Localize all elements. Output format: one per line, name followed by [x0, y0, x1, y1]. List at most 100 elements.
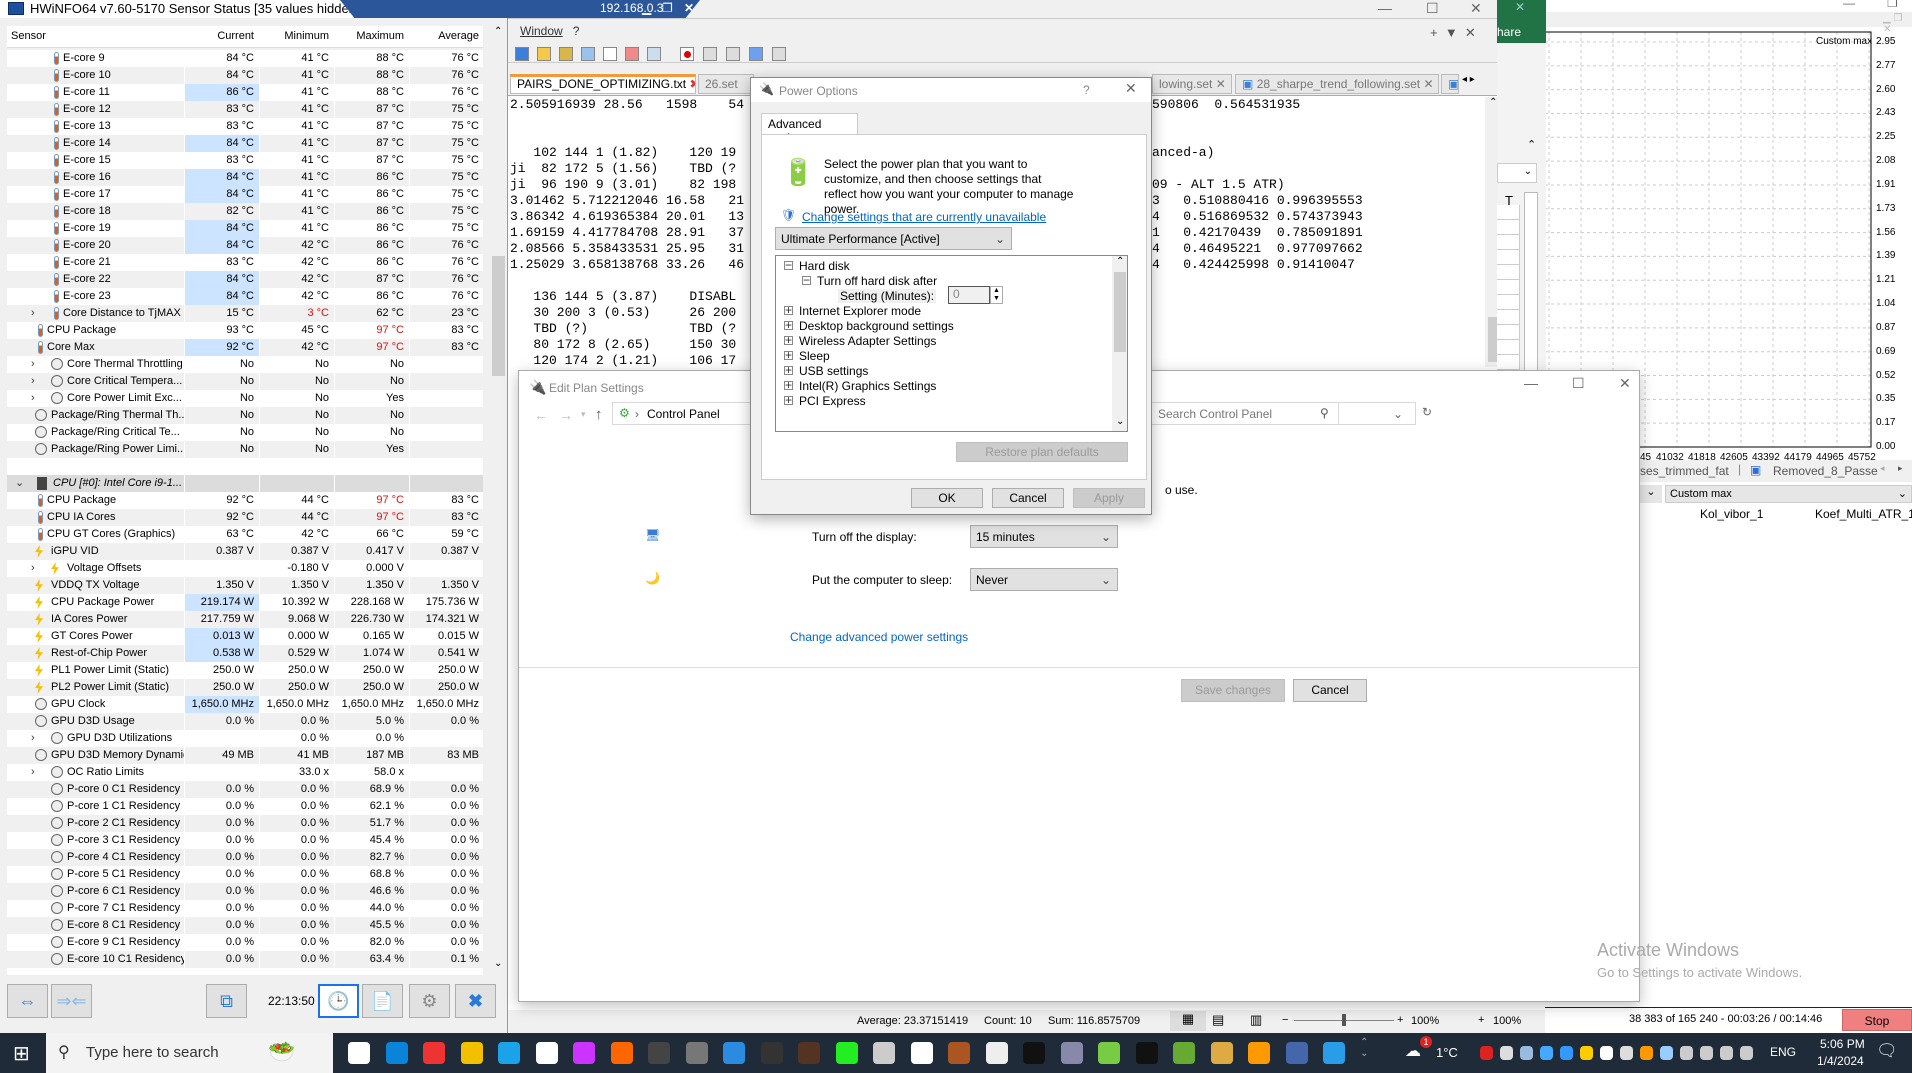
restore-icon[interactable]: ❐ — [1887, 0, 1898, 10]
col-minimum[interactable]: Minimum — [260, 30, 334, 42]
tab-close-icon[interactable]: ✕ — [1423, 77, 1433, 91]
sensor-row[interactable]: Rest-of-Chip Power 0.538 W 0.529 W 1.074 W0… — [7, 645, 483, 662]
tree-scrollbar[interactable]: ⌃ ⌄ — [1112, 256, 1127, 431]
sensor-row[interactable]: CPU GT Cores (Graphics) 63 °C 42 °C 66 °C 59… — [7, 526, 483, 543]
sensor-row[interactable]: GPU D3D Usage 0.0 % 0.0 % 5.0 % 0.0 % — [7, 713, 483, 730]
share-button[interactable]: hare — [1497, 25, 1521, 39]
tree-turn-off-hard-disk[interactable]: − Turn off hard disk after — [802, 274, 937, 288]
sensor-row[interactable]: P-core 3 C1 Residency 0.0 % 0.0 % 45.4 % 0.0… — [7, 832, 483, 849]
cancel-button[interactable]: Cancel — [1293, 679, 1367, 702]
taskbar-scroll-icon[interactable]: ⌃ ⌄ — [1360, 1037, 1368, 1059]
setting-minutes-input[interactable]: 0 — [948, 286, 990, 304]
taskbar-app-icon[interactable] — [798, 1042, 820, 1064]
sensor-row[interactable]: E-core 17 84 °C 41 °C 86 °C 75 °C — [7, 186, 483, 203]
forward-icon[interactable]: → — [559, 407, 573, 423]
settings-tree[interactable]: − Hard disk − Turn off hard disk after Set… — [775, 255, 1128, 432]
col-sensor[interactable]: Sensor — [11, 30, 46, 42]
sensor-scrollbar[interactable]: ⌃ ⌄ — [490, 26, 507, 976]
col-current[interactable]: Current — [185, 30, 259, 42]
tab-close-icon[interactable]: ✕ — [1216, 77, 1226, 91]
expand-columns-button[interactable]: ⇔ — [7, 984, 48, 1018]
scroll-up-icon[interactable]: ⌃ — [494, 26, 502, 37]
collapse-chevron-icon[interactable]: ⌄ — [15, 475, 24, 492]
taskbar-app-icon[interactable] — [835, 1042, 858, 1064]
sensor-row[interactable]: CPU IA Cores 92 °C 44 °C 97 °C 83 °C — [7, 509, 483, 526]
tree-item[interactable]: + Internet Explorer mode — [784, 304, 921, 318]
tab-scroll-arrows[interactable]: ◂ ▸ — [1462, 74, 1475, 85]
sensor-row[interactable]: E-core 22 84 °C 42 °C 87 °C 76 °C — [7, 271, 483, 288]
taskbar-app-icon[interactable] — [348, 1042, 370, 1064]
sensor-row[interactable]: P-core 6 C1 Residency 0.0 % 0.0 % 46.6 % 0.0… — [7, 883, 483, 900]
taskbar-app-icon[interactable] — [385, 1042, 408, 1064]
tab-left-icon[interactable]: ◂ — [1880, 463, 1885, 474]
taskbar-app-icon[interactable] — [685, 1042, 708, 1064]
tab-right-icon[interactable]: ▸ — [1898, 463, 1903, 474]
sensor-row[interactable]: › Core Power Limit Exc... No No Yes — [7, 390, 483, 407]
tray-icon[interactable] — [1740, 1046, 1753, 1060]
sensor-row[interactable]: Package/Ring Thermal Th... No No No — [7, 407, 483, 424]
sensor-row[interactable]: VDDQ TX Voltage 1.350 V 1.350 V 1.350 V 1.35… — [7, 577, 483, 594]
expand-icon[interactable]: + — [784, 319, 793, 331]
sensor-row[interactable]: P-core 4 C1 Residency 0.0 % 0.0 % 82.7 % 0.0… — [7, 849, 483, 866]
sensor-row[interactable]: GT Cores Power 0.013 W 0.000 W 0.165 W 0.015… — [7, 628, 483, 645]
taskbar-app-icon[interactable] — [423, 1042, 445, 1064]
page-break-icon[interactable]: ▥ — [1250, 1012, 1262, 1028]
recent-icon[interactable]: ▾ — [581, 409, 586, 420]
tray-icon[interactable] — [1680, 1046, 1693, 1060]
sensor-row[interactable]: PL1 Power Limit (Static) 250.0 W 250.0 W 25… — [7, 662, 483, 679]
sensor-row[interactable]: iGPU VID 0.387 V 0.387 V 0.417 V 0.387 V — [7, 543, 483, 560]
taskbar-app-icon[interactable] — [535, 1042, 558, 1064]
taskbar-app-icon[interactable] — [910, 1042, 933, 1064]
sensor-row[interactable]: › Core Critical Tempera... No No No — [7, 373, 483, 390]
sensor-row[interactable]: CPU Package Power 219.174 W 10.392 W 228.16… — [7, 594, 483, 611]
tree-item[interactable]: + Desktop background settings — [784, 319, 954, 333]
sensor-row[interactable]: IA Cores Power 217.759 W 9.068 W 226.730 W1… — [7, 611, 483, 628]
maximize-icon[interactable]: ☐ — [1572, 375, 1585, 392]
tab-removed-8-passe[interactable]: Removed_8_Passe — [1773, 464, 1878, 478]
column-kol-vibor[interactable]: Kol_vibor_1 — [1700, 507, 1763, 521]
tray-icon[interactable] — [1500, 1046, 1513, 1060]
power-plan-select[interactable]: Ultimate Performance [Active] ⌄ — [775, 227, 1012, 250]
tray-icon[interactable] — [1480, 1046, 1493, 1060]
save-changes-button[interactable]: Save changes — [1181, 679, 1285, 702]
tray-icon[interactable] — [1620, 1046, 1633, 1060]
tray-icon[interactable] — [1540, 1046, 1553, 1060]
zoom-slider-thumb[interactable] — [1342, 1014, 1346, 1026]
minimize-icon[interactable]: ▁ — [642, 0, 651, 16]
tree-item[interactable]: + PCI Express — [784, 394, 866, 408]
expand-chevron-icon[interactable]: › — [31, 390, 35, 407]
tab-advanced-settings[interactable]: Advanced settings — [761, 113, 858, 145]
network-icon[interactable]: ⧉ — [206, 984, 247, 1018]
taskbar-app-icon[interactable] — [460, 1042, 483, 1064]
taskbar-app-icon[interactable] — [648, 1042, 670, 1064]
tree-hard-disk[interactable]: − Hard disk — [784, 259, 850, 273]
tray-icon[interactable] — [1640, 1046, 1653, 1060]
toolbar-edit-icon[interactable] — [603, 47, 617, 61]
tray-icon[interactable] — [1560, 1046, 1573, 1060]
stop-button[interactable]: Stop — [1842, 1009, 1912, 1031]
sensor-row[interactable]: E-core 9 84 °C 41 °C 88 °C 76 °C — [7, 50, 483, 67]
display-timeout-select[interactable]: 15 minutes ⌄ — [970, 525, 1118, 548]
taskbar-app-icon[interactable] — [948, 1042, 970, 1064]
minimize-icon[interactable]: — — [1378, 0, 1392, 16]
sensor-row[interactable]: E-core 21 83 °C 42 °C 86 °C 76 °C — [7, 254, 483, 271]
maximize-icon[interactable]: ☐ — [1426, 0, 1439, 17]
sensor-row[interactable]: CPU Package 93 °C 45 °C 97 °C 83 °C — [7, 322, 483, 339]
sensor-row[interactable] — [7, 458, 483, 475]
expand-icon[interactable]: + — [784, 349, 793, 361]
tab-pairs-done[interactable]: PAIRS_DONE_OPTIMIZING.txt ✖ — [510, 74, 696, 94]
dropdown-chevron-icon[interactable]: ⌄ — [1640, 485, 1662, 503]
tab-26-set[interactable]: 26.set — [698, 74, 754, 94]
menu-window[interactable]: Window — [520, 24, 563, 38]
tray-icon[interactable] — [1720, 1046, 1733, 1060]
excel-dropdown[interactable]: ⌄ — [1497, 163, 1537, 183]
normal-view-icon[interactable]: ▦ — [1170, 1011, 1206, 1031]
sensor-row[interactable]: E-core 20 84 °C 42 °C 86 °C 76 °C — [7, 237, 483, 254]
sensor-row[interactable]: E-core 8 C1 Residency 0.0 % 0.0 % 45.5 % 0.0… — [7, 917, 483, 934]
sleep-timeout-select[interactable]: Never ⌄ — [970, 568, 1118, 591]
taskbar-app-icon[interactable] — [723, 1042, 745, 1064]
logging-button[interactable]: 📄 — [362, 984, 403, 1018]
sensor-row[interactable]: › Core Thermal Throttling No No No — [7, 356, 483, 373]
back-icon[interactable]: ← — [534, 407, 548, 423]
taskbar-app-icon[interactable] — [1023, 1042, 1045, 1064]
